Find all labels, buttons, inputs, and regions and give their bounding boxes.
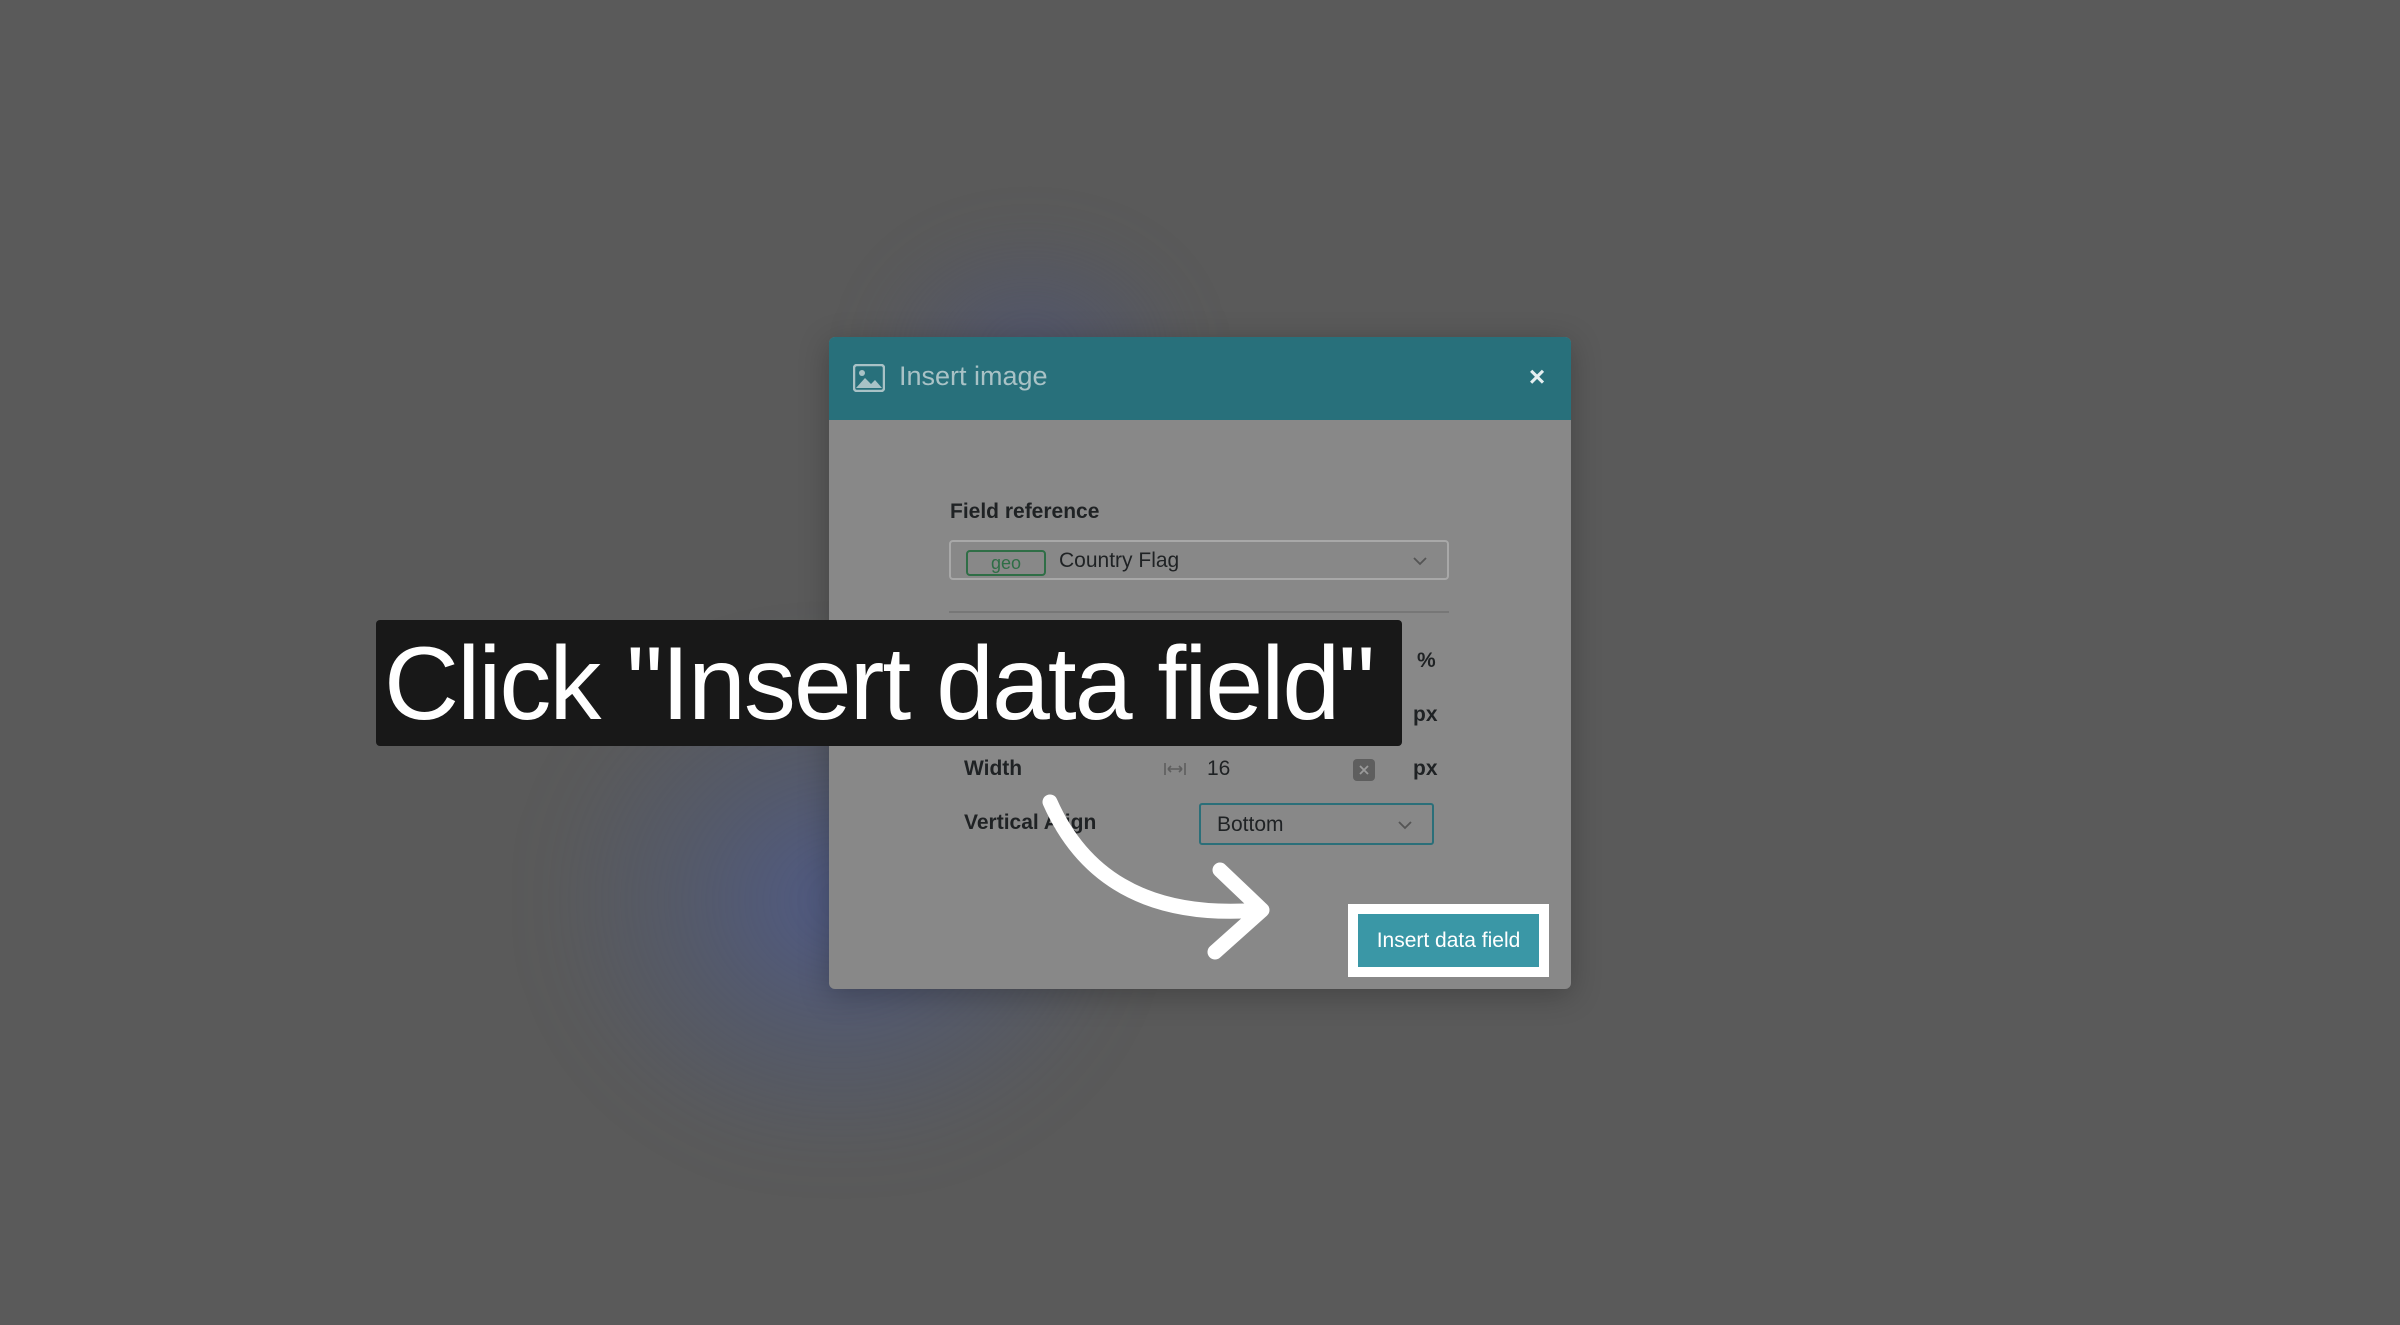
insert-data-field-button[interactable]: Insert data field <box>1358 914 1539 967</box>
chevron-down-icon <box>1413 557 1427 566</box>
width-input[interactable]: 16 <box>1207 757 1230 781</box>
width-resize-icon <box>1164 763 1186 775</box>
chevron-down-icon <box>1398 821 1412 830</box>
pointer-arrow-icon <box>1042 794 1270 960</box>
dialog-title: Insert image <box>899 361 1048 391</box>
field-reference-label: Field reference <box>950 500 1100 523</box>
field-reference-value: Country Flag <box>1059 549 1180 572</box>
width-unit: px <box>1413 757 1438 780</box>
field-tag: geo <box>966 550 1046 576</box>
divider <box>949 611 1449 613</box>
px-unit: px <box>1413 703 1438 726</box>
percent-unit: % <box>1417 649 1436 672</box>
clear-width-icon[interactable] <box>1353 759 1375 781</box>
insert-button-highlight: Insert data field <box>1348 904 1549 977</box>
callout-text: Click "Insert data field" <box>384 626 1375 742</box>
instruction-callout: Click "Insert data field" <box>376 620 1402 746</box>
field-reference-select[interactable]: geo Country Flag <box>949 540 1449 580</box>
image-icon <box>853 364 885 392</box>
width-label: Width <box>964 757 1023 780</box>
dialog-header: Insert image × <box>829 337 1571 420</box>
close-button[interactable]: × <box>1519 359 1555 395</box>
